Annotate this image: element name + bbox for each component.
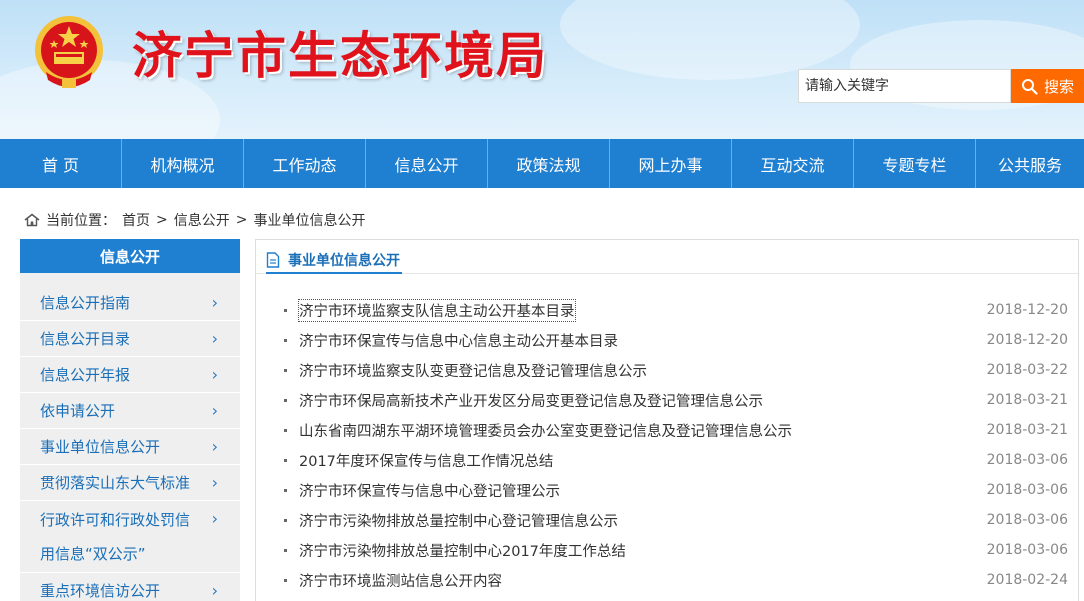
header-cloud-decoration (560, 0, 860, 80)
list-item: 济宁市环保宣传与信息中心信息主动公开基本目录 2018-12-20 (284, 325, 1074, 355)
list-item: 济宁市环境监测站信息公开内容 2018-02-24 (284, 565, 1074, 595)
nav-item-policies[interactable]: 政策法规 (488, 139, 610, 188)
article-link[interactable]: 济宁市污染物排放总量控制中心登记管理信息公示 (299, 510, 618, 531)
article-date: 2018-03-06 (986, 452, 1068, 468)
list-item: 济宁市环保局高新技术产业开发区分局变更登记信息及登记管理信息公示 2018-03… (284, 385, 1074, 415)
content-panel: 事业单位信息公开 济宁市环境监察支队信息主动公开基本目录 2018-12-20 … (255, 239, 1079, 601)
chevron-right-icon: › (211, 401, 218, 420)
bullet (284, 428, 287, 432)
sidebar-item-label: 依申请公开 (40, 402, 116, 420)
article-link[interactable]: 济宁市环境监测站信息公开内容 (299, 570, 502, 591)
chevron-right-icon: › (211, 365, 218, 384)
breadcrumb-link-info-disclosure[interactable]: 信息公开 (174, 210, 230, 230)
sidebar-item-request-disclosure[interactable]: 依申请公开 › (20, 393, 240, 429)
sidebar-menu: 信息公开指南 › 信息公开目录 › 信息公开年报 › 依申请公开 › 事业单位信… (20, 273, 240, 601)
article-link[interactable]: 济宁市环境监察支队信息主动公开基本目录 (298, 298, 576, 322)
sidebar-item-public-institution[interactable]: 事业单位信息公开 › (20, 429, 240, 465)
sidebar-item-air-standards[interactable]: 贯彻落实山东大气标准 › (20, 465, 240, 501)
sidebar-item-guide[interactable]: 信息公开指南 › (20, 285, 240, 321)
sidebar-item-label: 重点环境信访公开 (40, 582, 161, 600)
breadcrumb-link-home[interactable]: 首页 (122, 210, 150, 230)
list-item: 济宁市环保宣传与信息中心登记管理公示 2018-03-06 (284, 475, 1074, 505)
nav-item-special-topics[interactable]: 专题专栏 (854, 139, 976, 188)
site-title: 济宁市生态环境局 (132, 26, 548, 85)
list-item: 济宁市污染物排放总量控制中心2017年度工作总结 2018-03-06 (284, 535, 1074, 565)
content-title: 事业单位信息公开 (288, 253, 400, 269)
article-link[interactable]: 济宁市污染物排放总量控制中心2017年度工作总结 (299, 540, 626, 561)
chevron-right-icon: › (211, 509, 218, 528)
document-icon (266, 252, 280, 268)
bullet (284, 548, 287, 552)
article-date: 2018-03-21 (986, 422, 1068, 438)
article-date: 2018-03-06 (986, 482, 1068, 498)
bullet (284, 398, 287, 402)
chevron-right-icon: › (211, 581, 218, 600)
sidebar-item-label: 贯彻落实山东大气标准 (40, 474, 191, 492)
sidebar: 信息公开 信息公开指南 › 信息公开目录 › 信息公开年报 › 依申请公开 › … (20, 239, 240, 601)
site-header: 济宁市生态环境局 请输入关键字 搜索 (0, 0, 1084, 139)
home-icon (24, 213, 40, 227)
sidebar-item-label: 信息公开目录 (40, 330, 131, 348)
article-date: 2018-02-24 (986, 572, 1068, 588)
list-item: 济宁市环境监察支队信息主动公开基本目录 2018-12-20 (284, 295, 1074, 325)
sidebar-title: 信息公开 (20, 239, 240, 273)
breadcrumb-separator: > (156, 212, 168, 228)
list-item: 济宁市污染物排放总量控制中心登记管理信息公示 2018-03-06 (284, 505, 1074, 535)
sidebar-item-petition-disclosure[interactable]: 重点环境信访公开 › (20, 573, 240, 601)
search-button-label: 搜索 (1043, 77, 1074, 96)
sidebar-item-label: 事业单位信息公开 (40, 438, 161, 456)
search-icon (1021, 78, 1038, 95)
breadcrumb-current: 事业单位信息公开 (253, 213, 366, 229)
bullet (284, 578, 287, 582)
nav-item-home[interactable]: 首 页 (0, 139, 122, 188)
search-input[interactable]: 请输入关键字 (798, 69, 1011, 103)
sidebar-item-label: 行政许可和行政处罚信用信息“双公示” (40, 510, 191, 563)
breadcrumb: 当前位置： 首页 > 信息公开 > 事业单位信息公开 (24, 210, 365, 230)
bullet (284, 368, 287, 372)
search-button[interactable]: 搜索 (1011, 69, 1084, 103)
main-nav: 首 页 机构概况 工作动态 信息公开 政策法规 网上办事 互动交流 专题专栏 公… (0, 139, 1084, 188)
article-date: 2018-03-06 (986, 512, 1068, 528)
sidebar-item-annual-report[interactable]: 信息公开年报 › (20, 357, 240, 393)
nav-item-work-news[interactable]: 工作动态 (244, 139, 366, 188)
sidebar-item-label: 信息公开年报 (40, 366, 131, 384)
chevron-right-icon: › (211, 329, 218, 348)
sidebar-item-label: 信息公开指南 (40, 294, 131, 312)
list-item: 山东省南四湖东平湖环境管理委员会办公室变更登记信息及登记管理信息公示 2018-… (284, 415, 1074, 445)
nav-item-public-services[interactable]: 公共服务 (976, 139, 1084, 188)
article-link[interactable]: 济宁市环保局高新技术产业开发区分局变更登记信息及登记管理信息公示 (299, 390, 763, 411)
article-list: 济宁市环境监察支队信息主动公开基本目录 2018-12-20 济宁市环保宣传与信… (284, 295, 1074, 595)
list-item: 2017年度环保宣传与信息工作情况总结 2018-03-06 (284, 445, 1074, 475)
sidebar-item-dual-disclosure[interactable]: 行政许可和行政处罚信用信息“双公示” › (20, 501, 240, 573)
article-date: 2018-03-21 (986, 392, 1068, 408)
bullet (284, 518, 287, 522)
chevron-right-icon: › (211, 293, 218, 312)
article-link[interactable]: 济宁市环境监察支队变更登记信息及登记管理信息公示 (299, 360, 647, 381)
article-date: 2018-12-20 (986, 302, 1068, 318)
national-emblem-icon (35, 16, 103, 88)
nav-item-organization[interactable]: 机构概况 (122, 139, 244, 188)
list-item: 济宁市环境监察支队变更登记信息及登记管理信息公示 2018-03-22 (284, 355, 1074, 385)
bullet (284, 488, 287, 492)
bullet (284, 308, 287, 312)
article-date: 2018-03-06 (986, 542, 1068, 558)
content-header: 事业单位信息公开 (266, 248, 402, 274)
nav-item-online-services[interactable]: 网上办事 (610, 139, 732, 188)
sidebar-item-catalog[interactable]: 信息公开目录 › (20, 321, 240, 357)
breadcrumb-separator: > (235, 212, 248, 228)
chevron-right-icon: › (211, 473, 218, 492)
article-link[interactable]: 2017年度环保宣传与信息工作情况总结 (299, 450, 553, 471)
article-link[interactable]: 济宁市环保宣传与信息中心信息主动公开基本目录 (299, 330, 618, 351)
bullet (284, 338, 287, 342)
nav-item-interaction[interactable]: 互动交流 (732, 139, 854, 188)
bullet (284, 458, 287, 462)
nav-item-info-disclosure[interactable]: 信息公开 (366, 139, 488, 188)
article-date: 2018-03-22 (986, 362, 1068, 378)
chevron-right-icon: › (211, 437, 218, 456)
article-link[interactable]: 济宁市环保宣传与信息中心登记管理公示 (299, 480, 560, 501)
article-date: 2018-12-20 (986, 332, 1068, 348)
article-link[interactable]: 山东省南四湖东平湖环境管理委员会办公室变更登记信息及登记管理信息公示 (299, 420, 792, 441)
breadcrumb-prefix: 当前位置： (46, 213, 116, 229)
